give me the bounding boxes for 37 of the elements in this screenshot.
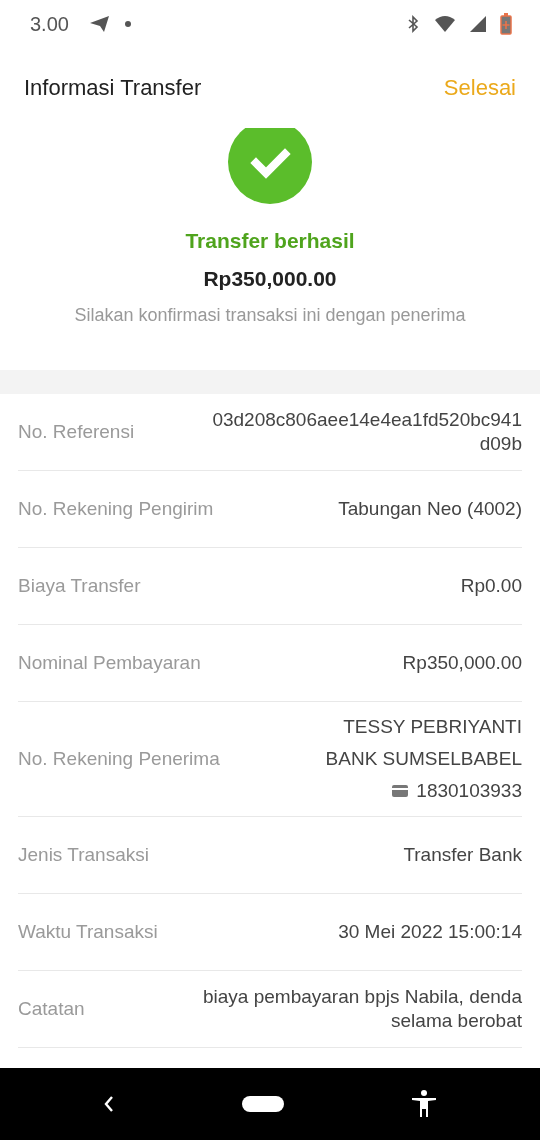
detail-value: BANK SUMSELBABEL bbox=[325, 748, 522, 770]
detail-label: Biaya Transfer bbox=[18, 575, 141, 597]
signal-icon bbox=[470, 16, 486, 32]
success-status: Transfer berhasil bbox=[185, 229, 355, 253]
detail-value: 30 Mei 2022 15:00:14 bbox=[338, 921, 522, 943]
home-pill-icon[interactable] bbox=[242, 1096, 284, 1112]
detail-value: Transfer Bank bbox=[403, 844, 522, 866]
detail-value: d09b bbox=[479, 433, 522, 455]
transfer-amount: Rp350,000.00 bbox=[203, 267, 337, 291]
account-number: 1830103933 bbox=[416, 780, 522, 802]
detail-value: Rp0.00 bbox=[460, 575, 522, 597]
detail-label: Catatan bbox=[18, 998, 85, 1020]
bluetooth-icon bbox=[406, 15, 420, 33]
detail-label: No. Rekening Penerima bbox=[18, 748, 220, 770]
detail-value: TESSY PEBRIYANTI bbox=[343, 716, 522, 738]
detail-value: 03d208c806aee14e4ea1fd520bc941 bbox=[212, 409, 522, 431]
detail-label: No. Rekening Pengirim bbox=[18, 498, 214, 520]
detail-value: biaya pembayaran bpjs Nabila, denda bbox=[203, 986, 522, 1008]
confirmation-note: Silakan konfirmasi transaksi ini dengan penerima bbox=[74, 305, 466, 326]
detail-label: Waktu Transaksi bbox=[18, 921, 158, 943]
detail-label: No. Referensi bbox=[18, 421, 135, 443]
wifi-icon bbox=[434, 15, 456, 33]
status-time: 3.00 bbox=[30, 12, 69, 36]
success-check-icon bbox=[228, 128, 312, 204]
page-title: Informasi Transfer bbox=[24, 75, 202, 101]
detail-label: Jenis Transaksi bbox=[18, 844, 149, 866]
paper-plane-icon bbox=[88, 15, 111, 33]
detail-value: Tabungan Neo (4002) bbox=[338, 498, 522, 520]
notification-dot-icon bbox=[124, 21, 131, 27]
battery-icon bbox=[500, 13, 512, 35]
detail-value: Rp350,000.00 bbox=[402, 652, 522, 674]
detail-label: Nominal Pembayaran bbox=[18, 652, 201, 674]
card-icon bbox=[392, 785, 409, 797]
done-button[interactable]: Selesai bbox=[443, 75, 516, 101]
detail-value: selama berobat bbox=[391, 1010, 522, 1032]
back-icon[interactable] bbox=[103, 1095, 116, 1113]
accessibility-icon[interactable] bbox=[410, 1090, 437, 1118]
